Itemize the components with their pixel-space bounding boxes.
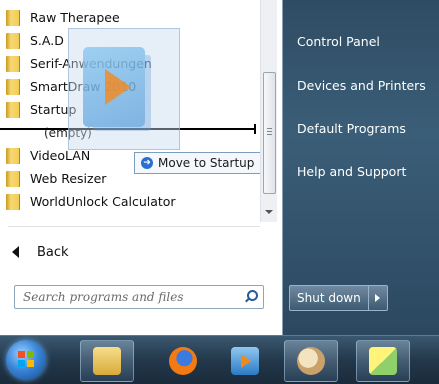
- program-label: Raw Therapee: [30, 10, 120, 25]
- link-control-panel[interactable]: Control Panel: [297, 34, 380, 49]
- search-box[interactable]: [14, 285, 264, 309]
- play-icon: [105, 69, 131, 105]
- taskbar-explorer-button[interactable]: [80, 340, 134, 382]
- media-player-icon: [231, 347, 259, 375]
- arrow-right-icon: ➜: [141, 157, 153, 169]
- taskbar-firefox-button[interactable]: [156, 340, 210, 382]
- shutdown-control: Shut down: [289, 285, 388, 311]
- search-input[interactable]: [21, 289, 225, 305]
- folder-icon: [6, 32, 20, 49]
- firefox-icon: [169, 347, 197, 375]
- taskbar-paint-button[interactable]: [284, 340, 338, 382]
- programs-pane: Raw Therapee S.A.D Serif-Anwendungen Sma…: [0, 0, 283, 335]
- shutdown-button[interactable]: Shut down: [290, 286, 368, 310]
- explorer-icon: [93, 347, 121, 375]
- back-label: Back: [37, 244, 69, 260]
- folder-icon: [6, 170, 20, 187]
- folder-icon: [6, 9, 20, 26]
- scroll-down-icon[interactable]: [265, 210, 273, 214]
- taskbar: [0, 335, 439, 384]
- taskbar-media-player-button[interactable]: [218, 340, 272, 382]
- folder-icon: [6, 78, 20, 95]
- media-player-icon: [83, 47, 145, 127]
- drag-tooltip-label: Move to Startup: [158, 156, 255, 170]
- scrollbar-thumb[interactable]: [263, 72, 276, 194]
- chevron-right-icon: [375, 294, 381, 302]
- program-folder-worldunlock[interactable]: WorldUnlock Calculator: [0, 190, 258, 213]
- windows-orb-icon[interactable]: [6, 340, 46, 380]
- paint-icon: [297, 347, 325, 375]
- sticky-notes-icon: [369, 347, 397, 375]
- program-label: Web Resizer: [30, 171, 107, 186]
- program-label: S.A.D: [30, 33, 64, 48]
- search-icon[interactable]: [243, 290, 258, 304]
- folder-icon: [6, 55, 20, 72]
- drag-ghost-preview: [68, 28, 180, 150]
- program-label: VideoLAN: [30, 148, 91, 163]
- link-help-and-support[interactable]: Help and Support: [297, 164, 406, 179]
- link-devices-and-printers[interactable]: Devices and Printers: [297, 78, 426, 93]
- program-label: WorldUnlock Calculator: [30, 194, 176, 209]
- programs-scrollbar[interactable]: [260, 0, 277, 222]
- grip-icon: [267, 128, 272, 136]
- divider: [8, 226, 260, 227]
- taskbar-sticky-notes-button[interactable]: [356, 340, 410, 382]
- start-menu: Raw Therapee S.A.D Serif-Anwendungen Sma…: [0, 0, 439, 335]
- drag-tooltip: ➜ Move to Startup: [134, 152, 262, 174]
- system-links-pane: Control Panel Devices and Printers Defau…: [283, 0, 439, 335]
- folder-icon: [6, 101, 20, 118]
- folder-icon: [6, 147, 20, 164]
- program-folder-raw-therapee[interactable]: Raw Therapee: [0, 6, 258, 29]
- folder-icon: [6, 193, 20, 210]
- back-arrow-icon: [12, 246, 19, 258]
- link-default-programs[interactable]: Default Programs: [297, 121, 406, 136]
- shutdown-options-button[interactable]: [367, 286, 387, 310]
- back-button[interactable]: Back: [0, 240, 258, 264]
